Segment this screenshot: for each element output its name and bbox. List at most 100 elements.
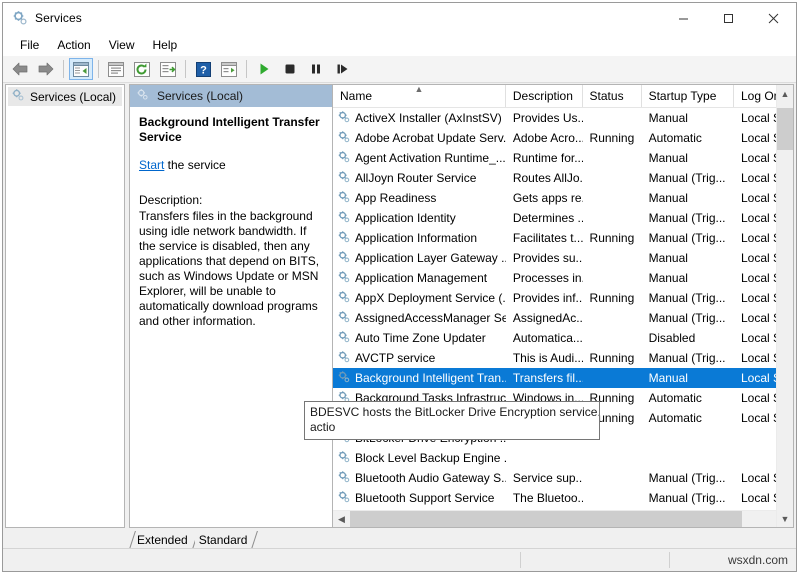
menu-item-file[interactable]: File (11, 35, 48, 55)
cell-startup: Automatic (642, 391, 734, 405)
cell-startup: Manual (Trig... (642, 291, 734, 305)
services-gear-icon (11, 88, 25, 105)
help-icon[interactable]: ? (191, 58, 215, 80)
forward-icon[interactable] (34, 58, 58, 80)
cell-startup: Manual (642, 191, 734, 205)
service-detail-body: Background Intelligent Transfer Service … (130, 107, 332, 333)
table-row[interactable]: AllJoyn Router ServiceRoutes AllJo...Man… (333, 168, 793, 188)
service-action-suffix: the service (164, 158, 225, 172)
column-header-description[interactable]: Description (506, 85, 583, 107)
watermark-label: wsxdn.com (670, 553, 796, 567)
stop-service-icon[interactable] (278, 58, 302, 80)
table-row[interactable]: Application IdentityDetermines ...Manual… (333, 208, 793, 228)
view-details-icon[interactable] (217, 58, 241, 80)
service-gear-icon (337, 470, 351, 487)
table-row[interactable]: Application InformationFacilitates t...R… (333, 228, 793, 248)
service-gear-icon (337, 490, 351, 507)
cell-description: Adobe Acro... (506, 131, 583, 145)
cell-name: Block Level Backup Engine ... (333, 450, 506, 467)
column-header-status[interactable]: Status (583, 85, 642, 107)
toolbar: ? (3, 56, 796, 83)
refresh-icon[interactable] (130, 58, 154, 80)
table-row[interactable]: Adobe Acrobat Update Serv...Adobe Acro..… (333, 128, 793, 148)
menu-item-action[interactable]: Action (48, 35, 99, 55)
table-row[interactable]: App ReadinessGets apps re...ManualLocal … (333, 188, 793, 208)
console-tree-pane: Services (Local) (5, 84, 125, 528)
minimize-icon[interactable] (661, 3, 706, 33)
horizontal-scroll-track[interactable] (350, 511, 776, 527)
detail-pane-header: Services (Local) (130, 85, 332, 107)
cell-startup: Manual (Trig... (642, 311, 734, 325)
close-icon[interactable] (751, 3, 796, 33)
column-header-startup-type[interactable]: Startup Type (642, 85, 734, 107)
column-header-status-label: Status (590, 89, 624, 103)
table-row[interactable]: Application Layer Gateway ...Provides su… (333, 248, 793, 268)
maximize-icon[interactable] (706, 3, 751, 33)
sort-ascending-icon: ▲ (414, 85, 423, 94)
cell-name-label: Auto Time Zone Updater (355, 331, 486, 345)
horizontal-scrollbar[interactable]: ◀ ▶ (333, 510, 793, 527)
export-list-icon[interactable] (156, 58, 180, 80)
tab-standard[interactable]: Standard (195, 531, 255, 548)
scroll-up-icon[interactable]: ▲ (777, 85, 793, 102)
table-row[interactable]: Bluetooth Support ServiceThe Bluetoo...M… (333, 488, 793, 508)
menu-item-view[interactable]: View (100, 35, 144, 55)
cell-name: Bluetooth User Support Ser... (333, 510, 506, 511)
table-row[interactable]: AVCTP serviceThis is Audi...RunningManua… (333, 348, 793, 368)
menu-item-help[interactable]: Help (144, 35, 187, 55)
cell-description: Automatica... (506, 331, 583, 345)
cell-name-label: Adobe Acrobat Update Serv... (355, 131, 506, 145)
show-hide-tree-icon[interactable] (69, 58, 93, 80)
services-gear-icon (12, 10, 28, 26)
table-row[interactable]: Application ManagementProcesses in...Man… (333, 268, 793, 288)
toolbar-separator (98, 60, 99, 78)
cell-name: App Readiness (333, 190, 506, 207)
services-rows: ActiveX Installer (AxInstSV)Provides Us.… (333, 108, 793, 510)
tab-extended[interactable]: Extended (133, 531, 195, 548)
cell-startup: Manual (642, 151, 734, 165)
table-row[interactable]: Background Intelligent Tran...Transfers … (333, 368, 793, 388)
table-row[interactable]: Block Level Backup Engine ... (333, 448, 793, 468)
vertical-scrollbar[interactable]: ▲ ▼ (776, 85, 793, 527)
service-gear-icon (337, 510, 351, 511)
table-row[interactable]: Agent Activation Runtime_...Runtime for.… (333, 148, 793, 168)
cell-name: Bluetooth Audio Gateway S... (333, 470, 506, 487)
cell-name: Application Identity (333, 210, 506, 227)
restart-service-icon[interactable] (330, 58, 354, 80)
properties-icon[interactable] (104, 58, 128, 80)
table-row[interactable]: AppX Deployment Service (...Provides inf… (333, 288, 793, 308)
main-body: Services (Local) (3, 83, 796, 528)
horizontal-scroll-thumb[interactable] (350, 511, 742, 527)
cell-startup: Automatic (642, 131, 734, 145)
cell-name-label: Bluetooth Audio Gateway S... (355, 471, 506, 485)
column-header-log-on-label: Log On (741, 89, 780, 103)
tree-item-services-local[interactable]: Services (Local) (8, 87, 122, 106)
service-gear-icon (337, 130, 351, 147)
cell-startup: Manual (Trig... (642, 471, 734, 485)
cell-name: AllJoyn Router Service (333, 170, 506, 187)
scroll-left-icon[interactable]: ◀ (333, 511, 350, 527)
service-gear-icon (337, 250, 351, 267)
table-row[interactable]: Bluetooth User Support Ser...The Bluetoo… (333, 508, 793, 510)
start-service-icon[interactable] (252, 58, 276, 80)
service-gear-icon (337, 270, 351, 287)
column-header-name[interactable]: ▲ Name (333, 85, 506, 107)
service-gear-icon (337, 350, 351, 367)
back-icon[interactable] (8, 58, 32, 80)
cell-name: Application Information (333, 230, 506, 247)
table-row[interactable]: ActiveX Installer (AxInstSV)Provides Us.… (333, 108, 793, 128)
cell-startup: Manual (Trig... (642, 491, 734, 505)
services-list-view: ▲ Name Description Status Startup Type L… (332, 85, 793, 527)
pause-service-icon[interactable] (304, 58, 328, 80)
table-row[interactable]: Auto Time Zone UpdaterAutomatica...Disab… (333, 328, 793, 348)
vertical-scroll-track[interactable] (777, 102, 793, 510)
vertical-scroll-thumb[interactable] (777, 108, 793, 150)
start-service-link[interactable]: Start (139, 158, 164, 172)
view-tabs: Extended Standard (3, 528, 796, 548)
scroll-down-icon[interactable]: ▼ (777, 510, 793, 527)
cell-name: AVCTP service (333, 350, 506, 367)
table-row[interactable]: AssignedAccessManager Se...AssignedAc...… (333, 308, 793, 328)
service-gear-icon (337, 310, 351, 327)
cell-name-label: Bluetooth Support Service (355, 491, 494, 505)
table-row[interactable]: Bluetooth Audio Gateway S...Service sup.… (333, 468, 793, 488)
